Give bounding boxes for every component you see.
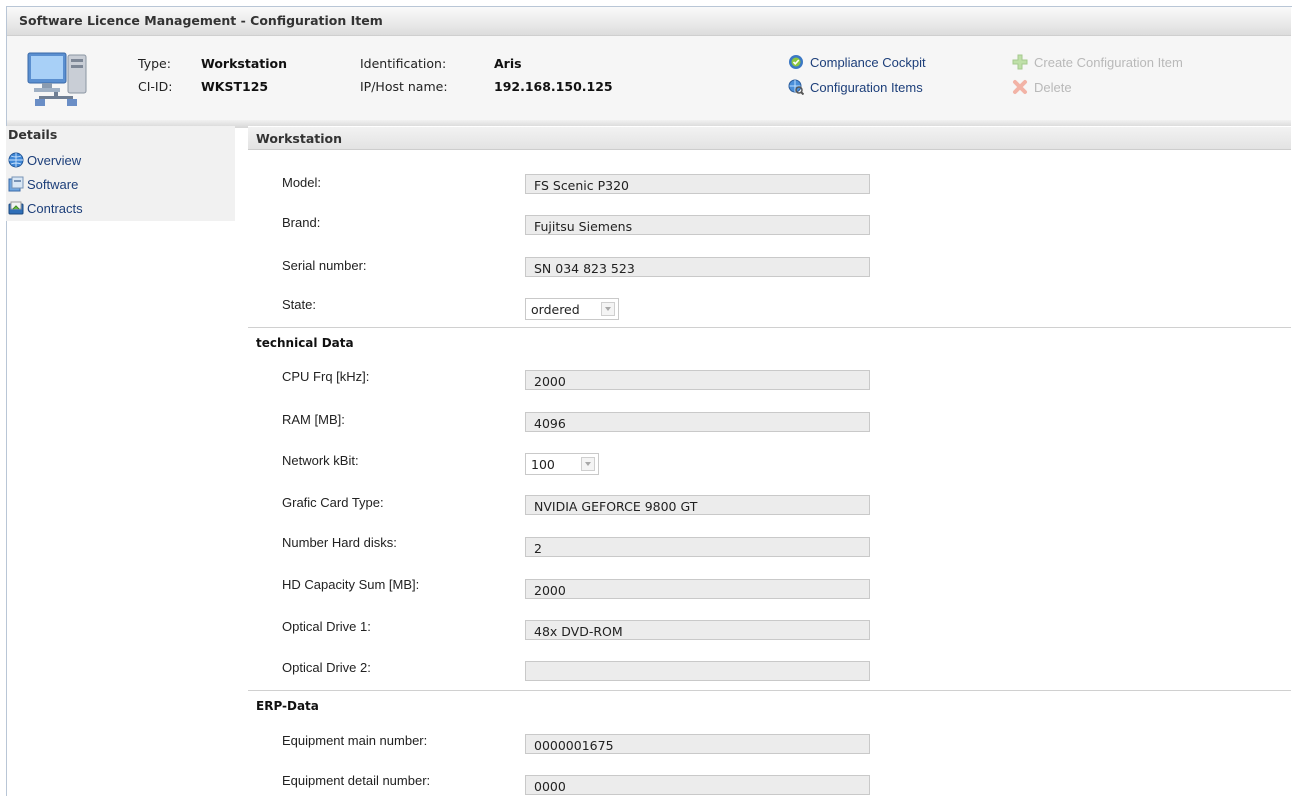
ciid-label: CI-ID: xyxy=(138,79,173,94)
delete-button[interactable]: Delete xyxy=(1012,79,1072,95)
section-title: Workstation xyxy=(256,131,343,146)
optical-drive-2-field[interactable] xyxy=(525,661,870,681)
equipment-detail-number-label: Equipment detail number: xyxy=(282,773,431,788)
brand-label: Brand: xyxy=(282,215,321,230)
ciid-value: WKST125 xyxy=(201,79,269,94)
window-title: Software Licence Management - Configurat… xyxy=(19,13,383,28)
chevron-down-icon xyxy=(581,457,595,471)
hard-disks-field[interactable]: 2 xyxy=(525,537,870,557)
workstation-computer-icon xyxy=(27,52,87,106)
technical-data-title: technical Data xyxy=(256,336,354,350)
state-select[interactable]: ordered xyxy=(525,298,619,320)
sidebar-item-overview[interactable]: Overview xyxy=(8,152,81,168)
compliance-icon xyxy=(789,55,803,69)
hard-disks-label: Number Hard disks: xyxy=(282,535,397,550)
contracts-icon xyxy=(8,201,24,215)
state-label: State: xyxy=(282,297,316,312)
globe-icon xyxy=(8,152,24,168)
optical-drive-1-label: Optical Drive 1: xyxy=(282,619,371,634)
brand-field[interactable]: Fujitsu Siemens xyxy=(525,215,870,235)
sidebar-item-overview-label: Overview xyxy=(27,153,82,168)
workstation-section-header: Workstation xyxy=(248,127,1291,150)
cpu-frequency-field[interactable]: 2000 xyxy=(525,370,870,390)
optical-drive-1-field[interactable]: 48x DVD-ROM xyxy=(525,620,870,640)
hd-capacity-field[interactable]: 2000 xyxy=(525,579,870,599)
ci-details-panel: Workstation Model: FS Scenic P320 Brand:… xyxy=(248,126,1291,796)
equipment-main-number-field[interactable]: 0000001675 xyxy=(525,734,870,754)
globe-search-icon xyxy=(788,79,804,95)
create-configuration-item-label: Create Configuration Item xyxy=(1034,55,1183,70)
compliance-cockpit-label: Compliance Cockpit xyxy=(810,55,926,70)
cpu-frequency-label: CPU Frq [kHz]: xyxy=(282,369,370,384)
plus-icon xyxy=(1012,54,1028,70)
equipment-main-number-label: Equipment main number: xyxy=(282,733,428,748)
serial-number-field[interactable]: SN 034 823 523 xyxy=(525,257,870,277)
software-icon xyxy=(8,176,24,192)
type-value: Workstation xyxy=(201,56,288,71)
identification-label: Identification: xyxy=(360,56,447,71)
state-select-value: ordered xyxy=(531,302,580,317)
grafic-card-field[interactable]: NVIDIA GEFORCE 9800 GT xyxy=(525,495,870,515)
sidebar-item-software-label: Software xyxy=(27,177,79,192)
compliance-cockpit-link[interactable]: Compliance Cockpit xyxy=(788,54,926,70)
details-sidebar: Details Overview Software Contracts xyxy=(6,126,235,221)
network-label: Network kBit: xyxy=(282,453,359,468)
sidebar-item-contracts-label: Contracts xyxy=(27,201,83,216)
ram-field[interactable]: 4096 xyxy=(525,412,870,432)
sidebar-item-contracts[interactable]: Contracts xyxy=(8,200,83,216)
chevron-down-icon xyxy=(601,302,615,316)
ip-value: 192.168.150.125 xyxy=(494,79,613,94)
delete-x-icon xyxy=(1013,80,1027,94)
sidebar-item-software[interactable]: Software xyxy=(8,176,78,192)
optical-drive-2-label: Optical Drive 2: xyxy=(282,660,371,675)
grafic-card-label: Grafic Card Type: xyxy=(282,495,384,510)
configuration-items-label: Configuration Items xyxy=(810,80,923,95)
configuration-items-link[interactable]: Configuration Items xyxy=(788,79,923,95)
serial-number-label: Serial number: xyxy=(282,258,367,273)
model-label: Model: xyxy=(282,175,322,190)
title-bar: Software Licence Management - Configurat… xyxy=(7,7,1291,36)
erp-data-section: ERP-Data xyxy=(248,690,1291,721)
ip-label: IP/Host name: xyxy=(360,79,448,94)
sidebar-title: Details xyxy=(8,127,58,142)
ci-header: Type: Workstation CI-ID: WKST125 Identif… xyxy=(7,36,1291,120)
erp-data-title: ERP-Data xyxy=(256,699,319,713)
create-configuration-item-button[interactable]: Create Configuration Item xyxy=(1012,54,1183,70)
model-field[interactable]: FS Scenic P320 xyxy=(525,174,870,194)
network-select[interactable]: 100 xyxy=(525,453,599,475)
hd-capacity-label: HD Capacity Sum [MB]: xyxy=(282,577,420,592)
technical-data-section: technical Data xyxy=(248,327,1291,358)
type-label: Type: xyxy=(138,56,171,71)
equipment-detail-number-field[interactable]: 0000 xyxy=(525,775,870,795)
ram-label: RAM [MB]: xyxy=(282,412,345,427)
delete-label: Delete xyxy=(1034,80,1072,95)
network-select-value: 100 xyxy=(531,457,555,472)
identification-value: Aris xyxy=(494,56,522,71)
